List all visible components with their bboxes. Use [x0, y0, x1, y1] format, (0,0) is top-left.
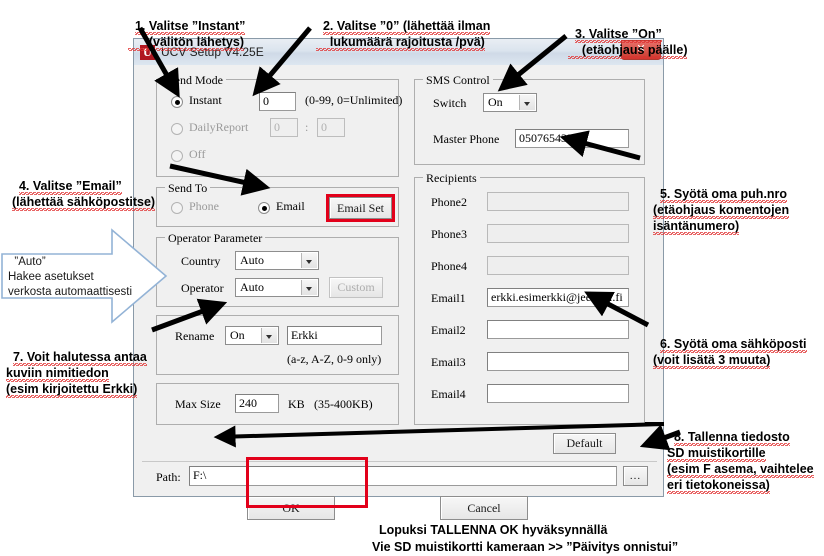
- arrow-to-instant-radio: [137, 26, 681, 451]
